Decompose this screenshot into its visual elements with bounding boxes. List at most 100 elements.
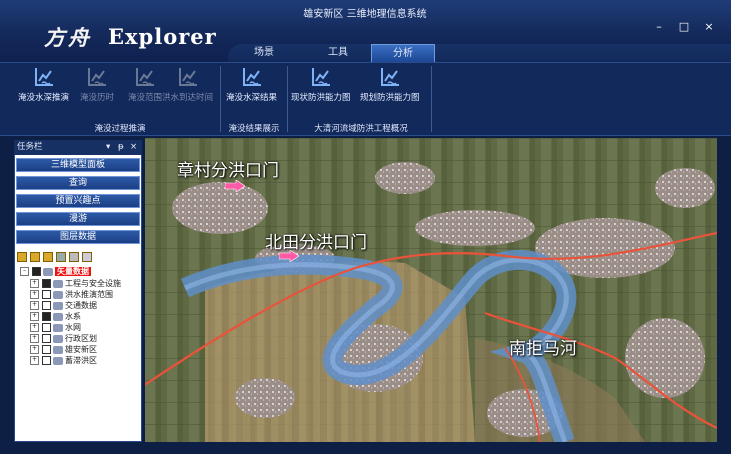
ribbon-divider — [431, 66, 432, 132]
flood-arrival-time-button[interactable]: 洪水到达时间 — [162, 66, 213, 112]
expand-icon[interactable]: + — [30, 356, 39, 365]
layer-checkbox[interactable] — [42, 323, 51, 332]
current-flood-capacity-map-button[interactable]: 现状防洪能力图 — [291, 66, 351, 112]
expand-icon[interactable]: + — [30, 290, 39, 299]
expand-icon[interactable]: + — [30, 323, 39, 332]
flood-chart-icon — [178, 68, 197, 86]
expand-icon[interactable]: + — [30, 345, 39, 354]
layer-label: 水系 — [65, 312, 81, 321]
layer-group-icon — [53, 301, 63, 310]
layer-tree-item[interactable]: + 行政区划 — [30, 333, 97, 344]
flood-chart-icon — [136, 68, 154, 86]
folder-add-icon[interactable] — [30, 252, 40, 262]
layer-checkbox[interactable] — [42, 334, 51, 343]
group-label: 淹没结果展示 — [228, 124, 280, 134]
layer-label: 工程与安全设施 — [65, 279, 121, 288]
layer-tree-item[interactable]: + 交通数据 — [30, 300, 97, 311]
layer-checkbox[interactable] — [42, 301, 51, 310]
flood-chart-icon — [380, 68, 399, 86]
layer-label: 交通数据 — [65, 301, 97, 310]
flood-chart-icon — [242, 68, 261, 86]
flood-depth-simulation-button[interactable]: 淹没水深推演 — [18, 66, 69, 112]
flood-chart-icon — [34, 68, 53, 86]
layer-group-icon — [53, 312, 63, 321]
layer-checkbox[interactable] — [42, 312, 51, 321]
layer-group-icon — [53, 356, 63, 365]
layer-checkbox[interactable] — [42, 279, 51, 288]
zhangcun-gate-marker-icon[interactable] — [225, 180, 245, 192]
window-frame-bottom — [0, 442, 731, 454]
logo-mark: 方舟 — [44, 25, 92, 50]
expand-icon[interactable]: + — [30, 279, 39, 288]
layer-tree-item[interactable]: + 蓄滞洪区 — [30, 355, 97, 366]
layer-tree-item[interactable]: + 雄安新区 — [30, 344, 97, 355]
maximize-button[interactable]: □ — [676, 20, 692, 34]
layer-checkbox[interactable] — [42, 345, 51, 354]
layer-group-icon — [53, 279, 63, 288]
layer-group-icon — [53, 290, 63, 299]
expand-icon[interactable]: + — [30, 334, 39, 343]
task-panel-header: 任务栏 ▾ ᵽ × — [14, 140, 142, 155]
layer-tree-item[interactable]: + 水系 — [30, 311, 81, 322]
button-label: 规划防洪能力图 — [360, 93, 420, 103]
panel-menu-icon[interactable]: ▾ — [106, 140, 110, 155]
layer-group-icon — [53, 334, 63, 343]
map-view[interactable]: 章村分洪口门 北田分洪口门 南拒马河 — [145, 138, 717, 442]
layer-label: 水网 — [65, 323, 81, 332]
tree-root[interactable]: – 矢量数据 — [20, 266, 91, 277]
expand-icon[interactable]: + — [30, 301, 39, 310]
roam-button[interactable]: 漫游 — [16, 212, 140, 226]
save-icon[interactable] — [82, 252, 92, 262]
close-icon[interactable]: × — [130, 140, 137, 155]
ribbon-divider — [220, 66, 221, 132]
layer-group-icon — [53, 345, 63, 354]
model-panel-button[interactable]: 三维模型面板 — [16, 158, 140, 172]
folder-open-icon[interactable] — [17, 252, 27, 262]
pin-icon[interactable]: ᵽ — [118, 140, 124, 155]
flood-depth-result-button[interactable]: 淹没水深结果 — [226, 66, 277, 112]
preset-poi-button[interactable]: 预置兴趣点 — [16, 194, 140, 208]
layer-tree-item[interactable]: + 洪水推演范围 — [30, 289, 113, 300]
planned-flood-capacity-map-button[interactable]: 规划防洪能力图 — [360, 66, 420, 112]
layer-checkbox[interactable] — [42, 356, 51, 365]
collapse-icon[interactable]: – — [20, 267, 29, 276]
tab-analysis[interactable]: 分析 — [371, 44, 435, 62]
layer-label: 行政区划 — [65, 334, 97, 343]
flood-duration-button[interactable]: 淹没历时 — [80, 66, 114, 112]
close-button[interactable]: × — [701, 20, 717, 34]
folder-remove-icon[interactable] — [43, 252, 53, 262]
window-title: 雄安新区 三维地理信息系统 — [303, 9, 427, 20]
query-button[interactable]: 查询 — [16, 176, 140, 190]
layer-label: 蓄滞洪区 — [65, 356, 97, 365]
layer-checkbox[interactable] — [32, 267, 41, 276]
map-label-zhangcun-gate: 章村分洪口门 — [177, 161, 279, 181]
flood-chart-icon — [88, 68, 106, 86]
layer-tree-item[interactable]: + 水网 — [30, 322, 81, 333]
tab-tools[interactable]: 工具 — [306, 44, 370, 62]
map-label-beitian-gate: 北田分洪口门 — [265, 233, 367, 253]
layer-data-button[interactable]: 图层数据 — [16, 230, 140, 244]
layer-group-icon — [43, 267, 53, 276]
button-label: 淹没范围 — [128, 93, 163, 103]
task-panel-title: 任务栏 — [17, 142, 43, 152]
flood-extent-button[interactable]: 淹没范围 — [128, 66, 162, 112]
logo-wordmark: Explorer — [108, 24, 217, 49]
tab-scene[interactable]: 场景 — [232, 44, 296, 62]
layer-tree-item[interactable]: + 工程与安全设施 — [30, 278, 121, 289]
tab-strip — [228, 44, 731, 62]
layer-checkbox[interactable] — [42, 290, 51, 299]
layer-label: 雄安新区 — [65, 345, 97, 354]
button-label: 洪水到达时间 — [162, 93, 214, 103]
expand-icon[interactable]: + — [30, 312, 39, 321]
minimize-button[interactable]: – — [651, 20, 667, 34]
button-label: 淹没水深推演 — [18, 93, 70, 103]
ribbon-divider — [287, 66, 288, 132]
tree-root-label: 矢量数据 — [55, 267, 91, 276]
layer-up-icon[interactable] — [56, 252, 66, 262]
flood-chart-icon — [311, 68, 330, 86]
map-label-nanjuma-river: 南拒马河 — [509, 339, 577, 359]
button-label: 淹没水深结果 — [226, 93, 278, 103]
layer-label: 洪水推演范围 — [65, 290, 113, 299]
group-label: 大清河流域防洪工程概况 — [314, 124, 408, 134]
layer-down-icon[interactable] — [69, 252, 79, 262]
